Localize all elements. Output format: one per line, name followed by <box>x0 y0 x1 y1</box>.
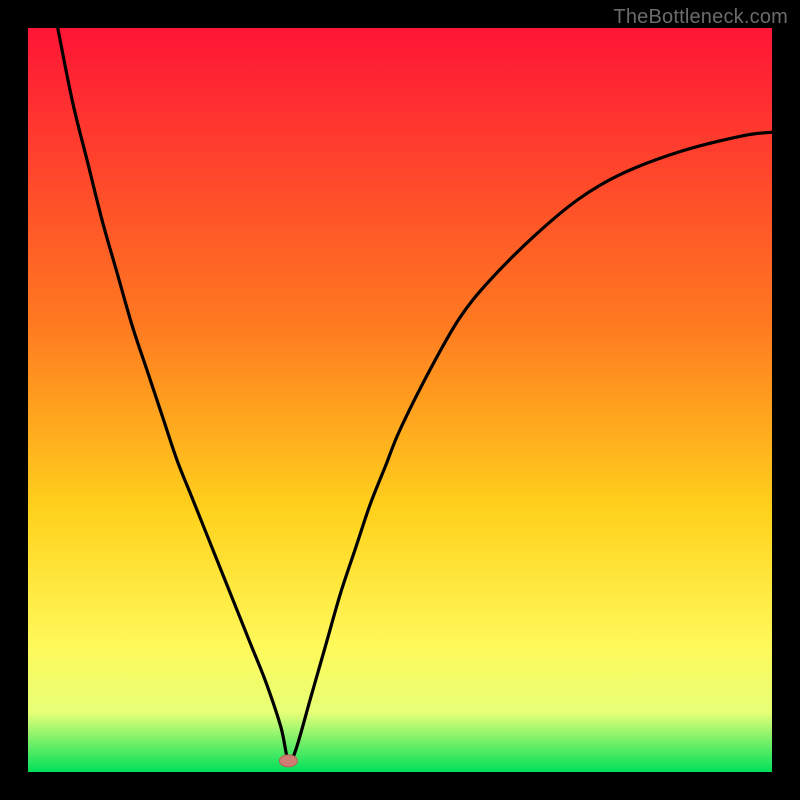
chart-frame: TheBottleneck.com <box>0 0 800 800</box>
optimum-marker <box>279 755 297 767</box>
plot-background <box>28 28 772 772</box>
bottleneck-chart <box>28 28 772 772</box>
watermark-text: TheBottleneck.com <box>613 6 788 29</box>
